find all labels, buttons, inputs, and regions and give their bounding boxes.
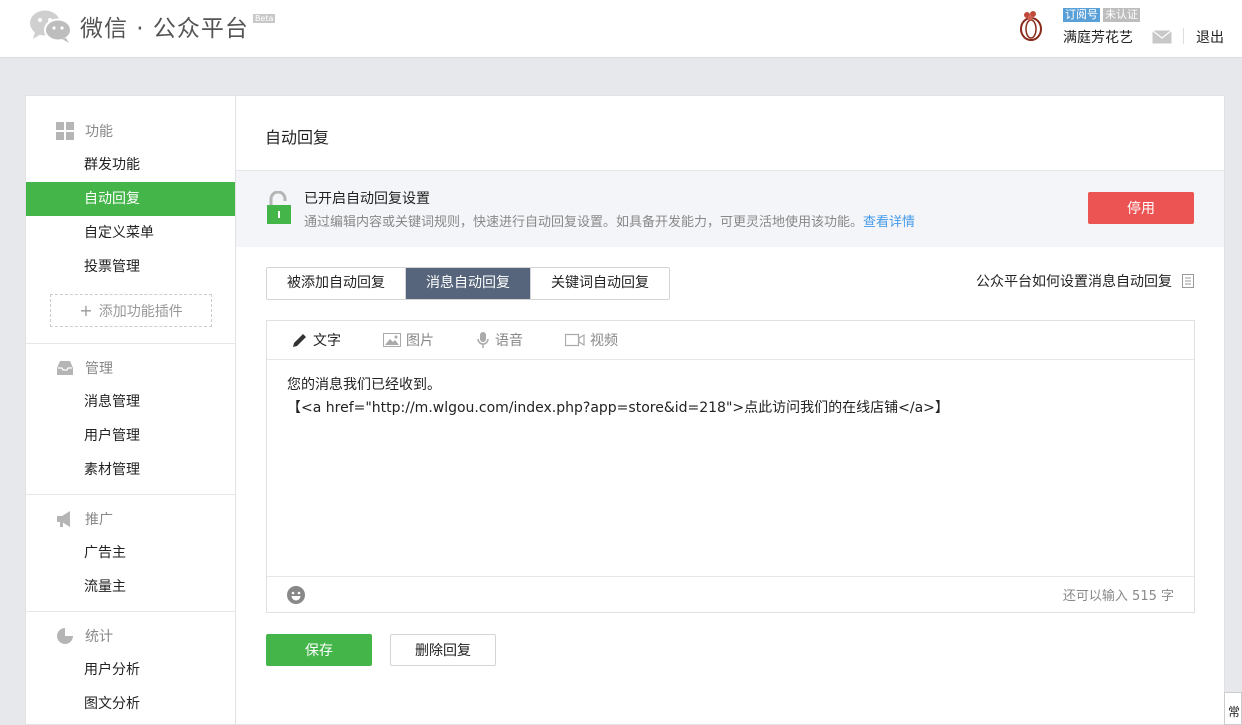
nav-head-label: 推广 (85, 512, 113, 528)
emoji-icon[interactable] (286, 585, 306, 605)
help-link[interactable]: 公众平台如何设置消息自动回复 (976, 271, 1194, 291)
document-icon (1182, 274, 1194, 288)
reply-editor: 文字 图片 语音 视频 您的消息我们已经收到。 【<a href="http:/… (266, 320, 1195, 613)
nav-head-stats: 统计 (26, 619, 235, 653)
editor-toolbar: 文字 图片 语音 视频 (267, 321, 1194, 360)
sidebar-item-advertiser[interactable]: 广告主 (26, 536, 235, 570)
sidebar-item-auto-reply[interactable]: 自动回复 (26, 182, 235, 216)
reply-text-area[interactable]: 您的消息我们已经收到。 【<a href="http://m.wlgou.com… (267, 360, 1194, 576)
nav-head-functions: 功能 (26, 114, 235, 148)
add-plugin-button[interactable]: + 添加功能插件 (50, 294, 212, 327)
editor-tab-label: 语音 (495, 333, 523, 349)
account-type-badge: 订阅号 (1063, 8, 1100, 22)
auto-reply-notice: 已开启自动回复设置 通过编辑内容或关键词规则，快速进行自动回复设置。如具备开发能… (236, 171, 1224, 247)
mail-icon[interactable] (1152, 30, 1172, 44)
account-tags: 订阅号 未认证 (1063, 8, 1140, 22)
corner-widget[interactable]: 常 (1224, 692, 1242, 725)
editor-tab-text[interactable]: 文字 (292, 330, 341, 350)
sidebar-item-messages[interactable]: 消息管理 (26, 385, 235, 419)
nav-head-promote: 推广 (26, 502, 235, 536)
help-link-label: 公众平台如何设置消息自动回复 (976, 274, 1172, 290)
nav-section-promote: 推广 广告主 流量主 (26, 495, 235, 612)
verify-status-badge: 未认证 (1103, 8, 1140, 22)
editor-tab-label: 图片 (406, 333, 434, 349)
editor-footer: 还可以输入 515 字 (267, 576, 1194, 612)
editor-tab-image[interactable]: 图片 (383, 330, 434, 350)
reply-text-line: 【<a href="http://m.wlgou.com/index.php?a… (287, 400, 949, 416)
nav-head-manage: 管理 (26, 351, 235, 385)
sidebar: 功能 群发功能 自动回复 自定义菜单 投票管理 + 添加功能插件 管理 消息管理… (25, 95, 235, 725)
nav-section-stats: 统计 用户分析 图文分析 (26, 612, 235, 721)
nav-section-manage: 管理 消息管理 用户管理 素材管理 (26, 344, 235, 495)
add-plugin-label: 添加功能插件 (98, 303, 183, 320)
tab-keyword-reply[interactable]: 关键词自动回复 (531, 268, 669, 299)
avatar[interactable] (1016, 10, 1046, 42)
save-button[interactable]: 保存 (266, 634, 372, 666)
notice-title: 已开启自动回复设置 (304, 191, 430, 207)
editor-tab-label: 视频 (590, 333, 618, 349)
reply-type-tabs: 被添加自动回复 消息自动回复 关键词自动回复 (266, 267, 670, 300)
notice-desc-text: 通过编辑内容或关键词规则，快速进行自动回复设置。如具备开发能力，可更灵活地使用该… (304, 215, 864, 230)
sidebar-item-vote[interactable]: 投票管理 (26, 250, 235, 284)
tab-message-reply[interactable]: 消息自动回复 (406, 268, 531, 299)
megaphone-icon (57, 511, 70, 527)
editor-tab-voice[interactable]: 语音 (476, 330, 523, 350)
sidebar-item-user-analysis[interactable]: 用户分析 (26, 653, 235, 687)
grid-icon (56, 122, 74, 140)
sidebar-item-custom-menu[interactable]: 自定义菜单 (26, 216, 235, 250)
pencil-icon (293, 334, 306, 347)
view-details-link[interactable]: 查看详情 (863, 215, 915, 230)
logout-link[interactable]: 退出 (1196, 27, 1224, 47)
sidebar-item-publisher[interactable]: 流量主 (26, 570, 235, 604)
main-panel: 自动回复 已开启自动回复设置 通过编辑内容或关键词规则，快速进行自动回复设置。如… (235, 95, 1225, 725)
unlock-icon (267, 191, 291, 224)
notice-description: 通过编辑内容或关键词规则，快速进行自动回复设置。如具备开发能力，可更灵活地使用该… (304, 211, 915, 230)
header-divider (1183, 28, 1184, 44)
wechat-logo[interactable]: 微信 · 公众平台 Beta (28, 8, 276, 44)
nav-head-label: 统计 (85, 629, 113, 645)
editor-tab-label: 文字 (313, 333, 341, 349)
delete-reply-button[interactable]: 删除回复 (390, 634, 496, 666)
plus-icon: + (79, 301, 93, 320)
nav-head-label: 功能 (85, 124, 113, 140)
pie-chart-icon (57, 628, 73, 644)
microphone-icon (477, 332, 489, 348)
image-icon (383, 333, 401, 347)
reply-text-line: 您的消息我们已经收到。 (287, 377, 441, 393)
tab-added-reply[interactable]: 被添加自动回复 (267, 268, 406, 299)
nav-section-functions: 功能 群发功能 自动回复 自定义菜单 投票管理 + 添加功能插件 (26, 96, 235, 344)
wechat-logo-icon (30, 10, 72, 43)
brand-title: 微信 · 公众平台 (80, 16, 249, 42)
editor-tab-video[interactable]: 视频 (565, 330, 618, 350)
top-header: 微信 · 公众平台 Beta 订阅号 未认证 满庭芳花艺 退出 (0, 0, 1242, 58)
sidebar-item-mass-send[interactable]: 群发功能 (26, 148, 235, 182)
sidebar-item-materials[interactable]: 素材管理 (26, 453, 235, 487)
disable-button[interactable]: 停用 (1088, 192, 1194, 224)
account-name[interactable]: 满庭芳花艺 (1063, 27, 1133, 47)
nav-head-label: 管理 (85, 361, 113, 377)
sidebar-item-article-analysis[interactable]: 图文分析 (26, 687, 235, 721)
sidebar-item-users[interactable]: 用户管理 (26, 419, 235, 453)
remaining-count: 还可以输入 515 字 (1062, 589, 1174, 604)
inbox-icon (57, 361, 73, 375)
page-title: 自动回复 (265, 128, 330, 147)
beta-badge: Beta (252, 13, 276, 23)
video-icon (565, 333, 585, 347)
